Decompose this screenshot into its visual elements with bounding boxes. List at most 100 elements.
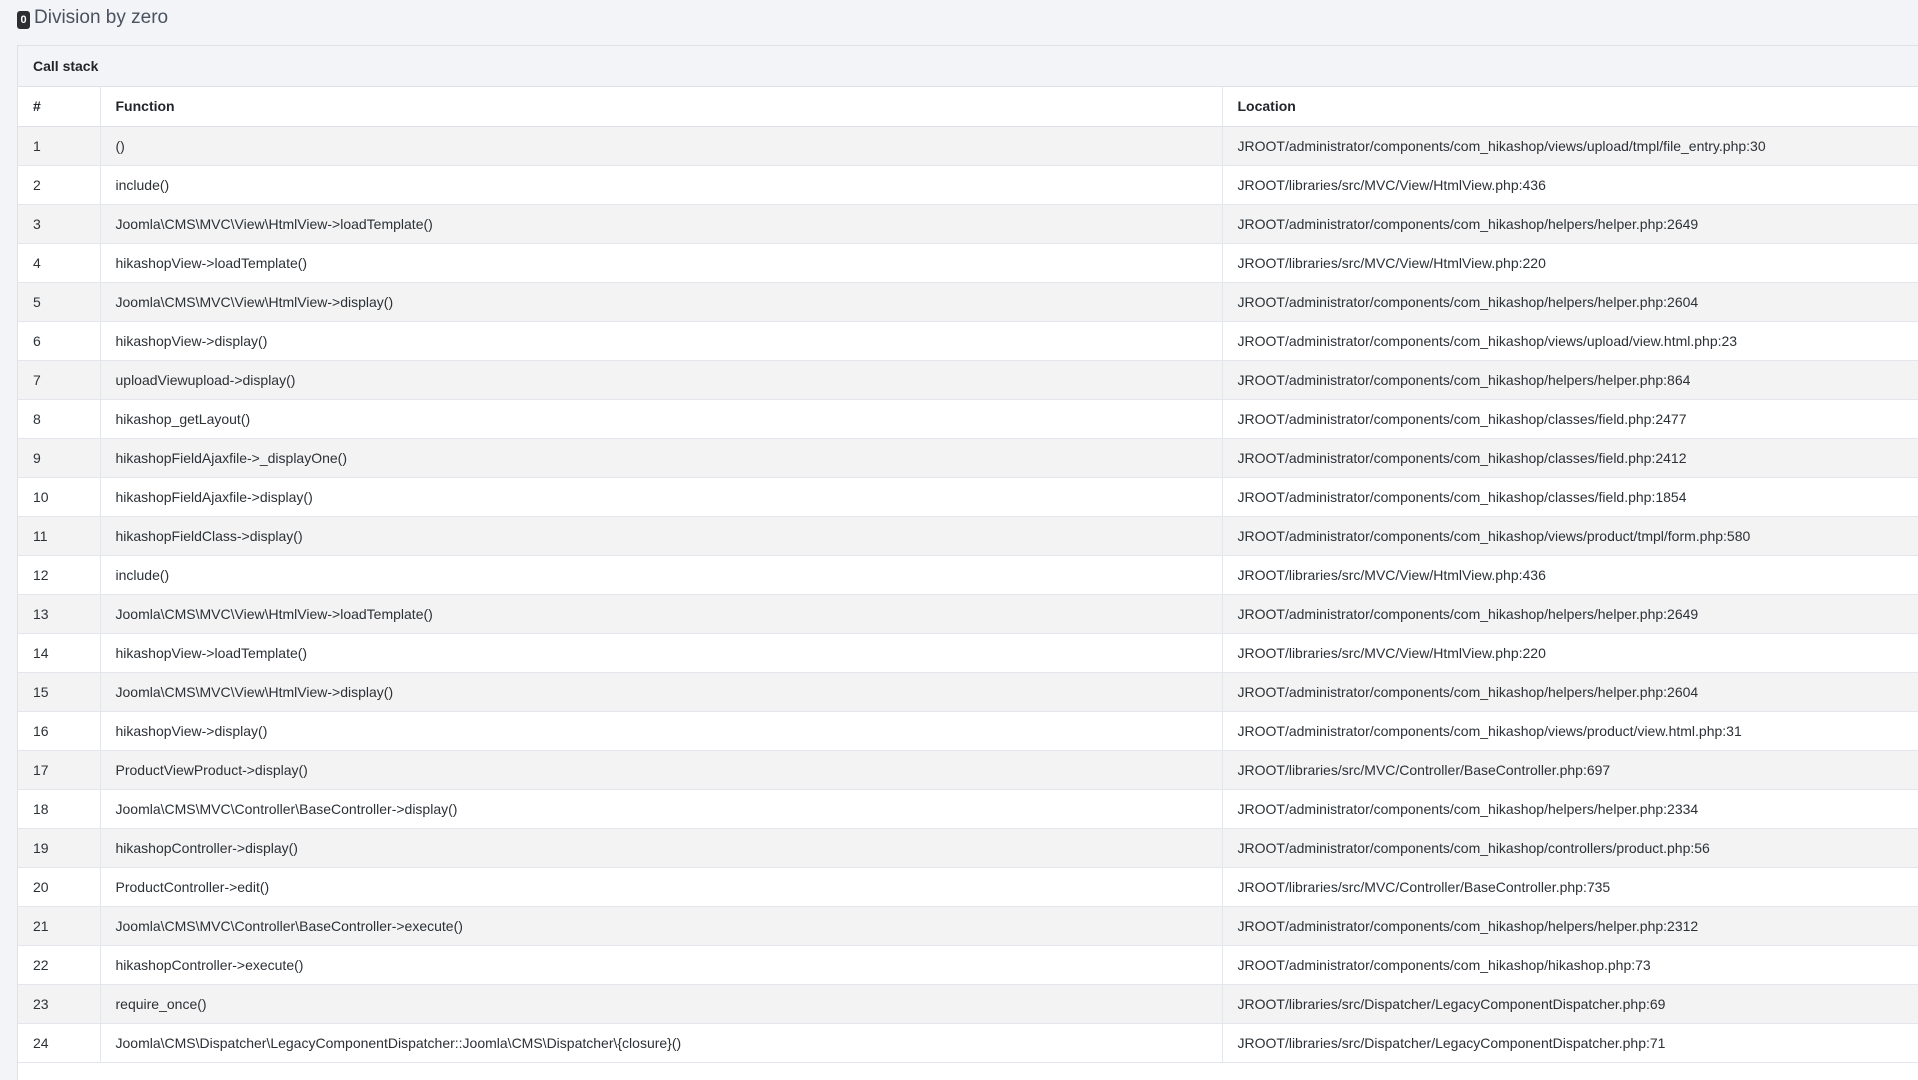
table-row: 15 Joomla\CMS\MVC\View\HtmlView->display(… [18, 672, 1918, 712]
row-number: 22 [18, 945, 101, 985]
row-location: JROOT/administrator/components/com_hikas… [1222, 477, 1918, 517]
row-location: JROOT/administrator/components/com_hikas… [1222, 594, 1918, 634]
row-function: hikashopFieldClass->display() [100, 516, 1223, 556]
table-row: 2 include() JROOT/libraries/src/MVC/View/H… [18, 165, 1918, 205]
table-row: 20 ProductController->edit() JROOT/librari… [18, 867, 1918, 907]
table-row: 18 Joomla\CMS\MVC\Controller\BaseControll… [18, 789, 1918, 829]
row-number: 18 [18, 789, 101, 829]
row-number: 4 [18, 243, 101, 283]
error-page: 0 Division by zero Call stack # Function… [0, 0, 1918, 1080]
table-row: 12 include() JROOT/libraries/src/MVC/View/… [18, 555, 1918, 595]
row-function: ProductViewProduct->display() [100, 750, 1223, 790]
call-stack-rows: 1() JROOT/administrator/components/com_hi… [18, 126, 1918, 1063]
row-location: JROOT/administrator/components/com_hikas… [1222, 438, 1918, 478]
column-header-function: Function [100, 87, 1223, 127]
row-function: hikashopView->loadTemplate() [100, 633, 1223, 673]
row-location: JROOT/administrator/components/com_hikas… [1222, 321, 1918, 361]
row-location: JROOT/libraries/src/MVC/Controller/BaseC… [1222, 867, 1918, 907]
row-function: Joomla\CMS\MVC\Controller\BaseController… [100, 789, 1223, 829]
row-location: JROOT/administrator/components/com_hikas… [1222, 789, 1918, 829]
call-stack-panel: Call stack # Function Location 1() JROOT/… [17, 45, 1918, 1080]
table-row: 23 require_once() JROOT/libraries/src/Disp… [18, 984, 1918, 1024]
row-location: JROOT/administrator/components/com_hikas… [1222, 282, 1918, 322]
table-row: 5 Joomla\CMS\MVC\View\HtmlView->display()… [18, 282, 1918, 322]
row-function: hikashopController->execute() [100, 945, 1223, 985]
error-message: Division by zero [34, 7, 169, 28]
row-number: 10 [18, 477, 101, 517]
table-row: 7 uploadViewupload->display() JROOT/admini… [18, 360, 1918, 400]
row-location: JROOT/administrator/components/com_hikas… [1222, 399, 1918, 439]
table-row: 21 Joomla\CMS\MVC\Controller\BaseControll… [18, 906, 1918, 946]
row-number: 12 [18, 555, 101, 595]
row-location: JROOT/administrator/components/com_hikas… [1222, 516, 1918, 556]
call-stack-header-row: # Function Location [18, 87, 1918, 127]
table-row: 16 hikashopView->display() JROOT/administr… [18, 711, 1918, 751]
row-function: hikashopFieldAjaxfile->_displayOne() [100, 438, 1223, 478]
row-location: JROOT/libraries/src/Dispatcher/LegacyCom… [1222, 984, 1918, 1024]
row-function: Joomla\CMS\MVC\View\HtmlView->loadTempla… [100, 204, 1223, 244]
column-header-number: # [18, 87, 101, 127]
row-number: 21 [18, 906, 101, 946]
row-function: hikashopController->display() [100, 828, 1223, 868]
row-number: 17 [18, 750, 101, 790]
row-function: hikashopView->display() [100, 711, 1223, 751]
column-header-location: Location [1222, 87, 1918, 127]
row-number: 23 [18, 984, 101, 1024]
row-location: JROOT/administrator/components/com_hikas… [1222, 906, 1918, 946]
row-function: hikashopView->loadTemplate() [100, 243, 1223, 283]
row-location: JROOT/administrator/components/com_hikas… [1222, 360, 1918, 400]
row-function: hikashopFieldAjaxfile->display() [100, 477, 1223, 517]
table-row: 3 Joomla\CMS\MVC\View\HtmlView->loadTempl… [18, 204, 1918, 244]
row-function: Joomla\CMS\MVC\View\HtmlView->display() [100, 282, 1223, 322]
row-number: 2 [18, 165, 101, 205]
table-row: 10 hikashopFieldAjaxfile->display() JROOT/… [18, 477, 1918, 517]
row-function: hikashop_getLayout() [100, 399, 1223, 439]
call-stack-caption: Call stack [18, 46, 1918, 87]
row-location: JROOT/administrator/components/com_hikas… [1222, 711, 1918, 751]
call-stack-table: Call stack # Function Location 1() JROOT/… [18, 46, 1918, 1063]
row-function: Joomla\CMS\MVC\View\HtmlView->loadTempla… [100, 594, 1223, 634]
row-number: 13 [18, 594, 101, 634]
row-location: JROOT/libraries/src/MVC/View/HtmlView.ph… [1222, 165, 1918, 205]
row-number: 5 [18, 282, 101, 322]
row-number: 8 [18, 399, 101, 439]
row-number: 9 [18, 438, 101, 478]
table-row: 24 Joomla\CMS\Dispatcher\LegacyComponentD… [18, 1023, 1918, 1063]
row-location: JROOT/administrator/components/com_hikas… [1222, 828, 1918, 868]
error-code-badge: 0 [17, 10, 30, 29]
row-function: include() [100, 165, 1223, 205]
row-number: 19 [18, 828, 101, 868]
row-location: JROOT/administrator/components/com_hikas… [1222, 126, 1918, 166]
row-location: JROOT/administrator/components/com_hikas… [1222, 672, 1918, 712]
row-number: 20 [18, 867, 101, 907]
table-row: 6 hikashopView->display() JROOT/administra… [18, 321, 1918, 361]
table-row: 8 hikashop_getLayout() JROOT/administrator… [18, 399, 1918, 439]
table-row: 14 hikashopView->loadTemplate() JROOT/libr… [18, 633, 1918, 673]
row-function: uploadViewupload->display() [100, 360, 1223, 400]
row-function: () [100, 126, 1223, 166]
row-location: JROOT/libraries/src/Dispatcher/LegacyCom… [1222, 1023, 1918, 1063]
row-location: JROOT/administrator/components/com_hikas… [1222, 204, 1918, 244]
error-title: 0 Division by zero [17, 4, 168, 32]
table-row: 13 Joomla\CMS\MVC\View\HtmlView->loadTemp… [18, 594, 1918, 634]
row-number: 11 [18, 516, 101, 556]
row-number: 1 [18, 126, 101, 166]
row-number: 14 [18, 633, 101, 673]
row-location: JROOT/libraries/src/MVC/View/HtmlView.ph… [1222, 633, 1918, 673]
table-row: 11 hikashopFieldClass->display() JROOT/adm… [18, 516, 1918, 556]
row-location: JROOT/libraries/src/MVC/View/HtmlView.ph… [1222, 555, 1918, 595]
row-location: JROOT/administrator/components/com_hikas… [1222, 945, 1918, 985]
row-number: 16 [18, 711, 101, 751]
table-row: 1() JROOT/administrator/components/com_hi… [18, 126, 1918, 166]
table-row: 4 hikashopView->loadTemplate() JROOT/libra… [18, 243, 1918, 283]
row-number: 24 [18, 1023, 101, 1063]
row-function: ProductController->edit() [100, 867, 1223, 907]
row-function: include() [100, 555, 1223, 595]
row-function: Joomla\CMS\MVC\View\HtmlView->display() [100, 672, 1223, 712]
row-function: Joomla\CMS\MVC\Controller\BaseController… [100, 906, 1223, 946]
row-function: hikashopView->display() [100, 321, 1223, 361]
row-function: Joomla\CMS\Dispatcher\LegacyComponentDis… [100, 1023, 1223, 1063]
row-location: JROOT/libraries/src/MVC/View/HtmlView.ph… [1222, 243, 1918, 283]
row-number: 15 [18, 672, 101, 712]
table-row: 22 hikashopController->execute() JROOT/adm… [18, 945, 1918, 985]
